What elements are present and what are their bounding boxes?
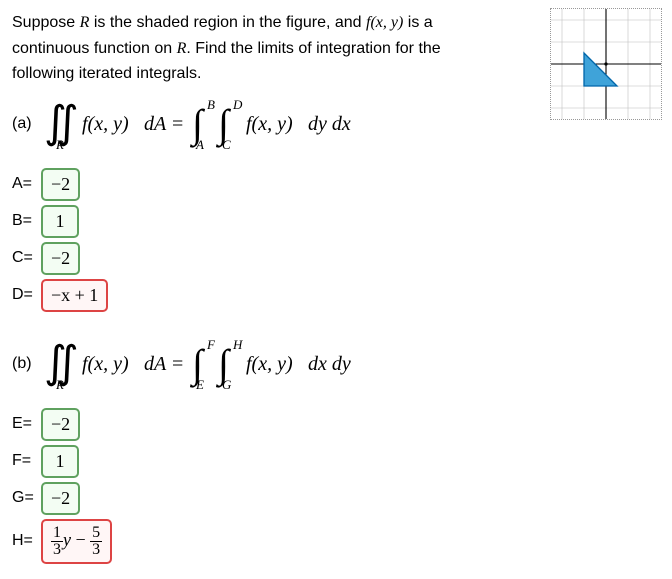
C-input[interactable]: −2 [42,243,79,274]
svg-text:dy dx: dy dx [308,113,351,135]
svg-text:dA: dA [144,353,167,375]
F-input[interactable]: 1 [42,446,78,477]
svg-text:A: A [195,137,204,151]
E-label: E= [12,415,36,433]
G-input[interactable]: −2 [42,483,79,514]
figure-thumbnail[interactable] [550,8,662,120]
svg-text:C: C [222,137,231,151]
fraction-2: 5 3 [90,525,102,558]
E-input[interactable]: −2 [42,409,79,440]
A-label: A= [12,175,36,193]
svg-text:dx dy: dx dy [308,353,351,375]
H-label: H= [12,532,36,550]
part-a-label: (a) [12,115,32,133]
var-R: R [80,14,90,31]
H-input[interactable]: 1 3 y − 5 3 [42,520,111,563]
A-input[interactable]: −2 [42,169,79,200]
D-label: D= [12,286,36,304]
prompt-text: is the shaded region in the figure, and [89,14,366,31]
svg-text:dA: dA [144,113,167,135]
var-R: R [177,40,187,57]
svg-text:f(x, y): f(x, y) [82,113,129,135]
svg-text:R: R [55,377,64,391]
svg-text:G: G [222,377,232,391]
D-input[interactable]: −x + 1 [42,280,107,311]
F-label: F= [12,452,36,470]
prompt-text: Suppose [12,14,80,31]
svg-text:H: H [232,337,243,352]
svg-text:E: E [195,377,204,391]
fxy: f(x, y) [366,14,403,31]
svg-text:f(x, y): f(x, y) [246,113,293,135]
svg-text:B: B [207,97,215,112]
svg-text:f(x, y): f(x, y) [246,353,293,375]
svg-text:D: D [232,97,243,112]
svg-text:=: = [172,113,183,135]
equation-b: (b) ∬ R f(x, y) dA = ∫ F E ∫ H G f(x, y)… [12,337,660,391]
part-b-label: (b) [12,355,32,373]
problem-prompt: Suppose R is the shaded region in the fi… [12,10,472,87]
svg-text:f(x, y): f(x, y) [82,353,129,375]
svg-text:F: F [206,337,216,352]
C-label: C= [12,249,36,267]
B-input[interactable]: 1 [42,206,78,237]
integral-expression-a: ∬ R f(x, y) dA = ∫ B A ∫ D C f(x, y) dy … [38,97,358,151]
integral-expression-b: ∬ R f(x, y) dA = ∫ F E ∫ H G f(x, y) dx … [38,337,358,391]
B-label: B= [12,212,36,230]
svg-text:=: = [172,353,183,375]
region-R: R [55,137,64,151]
G-label: G= [12,489,36,507]
fraction-1: 1 3 [51,525,63,558]
